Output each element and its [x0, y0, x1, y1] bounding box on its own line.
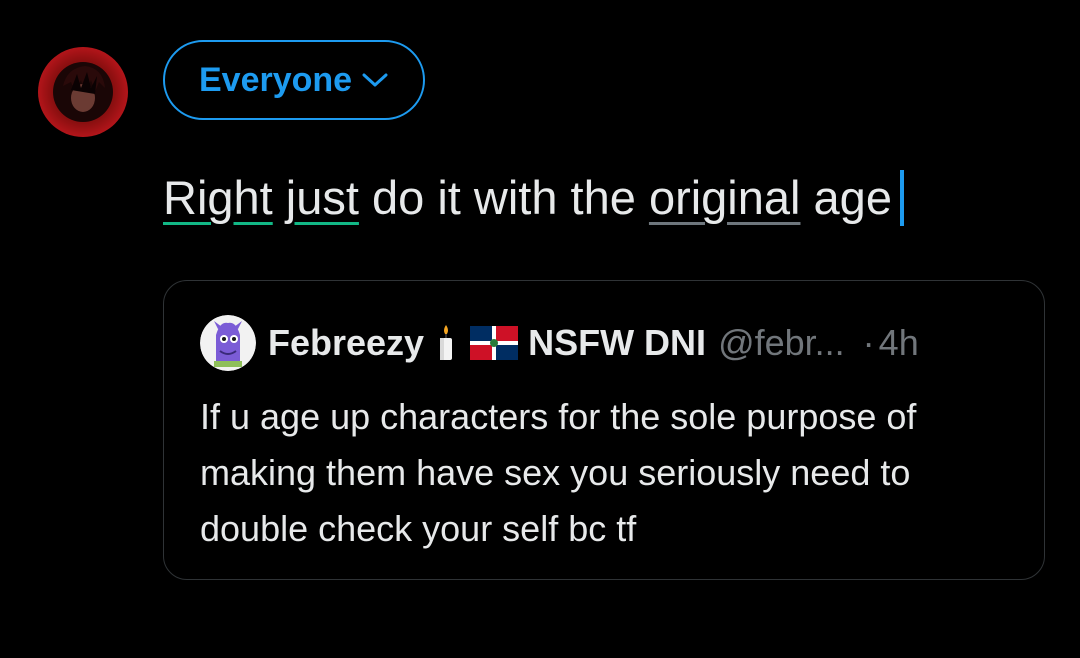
quoted-author-avatar[interactable]	[200, 315, 256, 371]
dominican-flag-icon	[470, 326, 519, 360]
quoted-post-timestamp[interactable]: 4h	[879, 322, 919, 364]
chevron-down-icon	[362, 73, 388, 87]
spellcheck-word-original[interactable]: original	[649, 171, 801, 224]
quoted-author-name-label: NSFW DNI	[528, 322, 707, 363]
spellcheck-word-right[interactable]: Right	[163, 171, 273, 224]
compose-text-input[interactable]: Right just do it with the original age	[163, 168, 1043, 232]
quoted-author-name[interactable]: Febreezy	[268, 322, 424, 364]
user-avatar[interactable]	[37, 46, 129, 138]
compose-text-tail: age	[813, 171, 892, 224]
candle-icon	[440, 325, 453, 360]
quoted-post-text: If u age up characters for the sole purp…	[200, 396, 917, 549]
compose-text-plain: do it with the	[372, 171, 636, 224]
quoted-author-handle[interactable]: @febr...	[718, 322, 845, 364]
spellcheck-word-just[interactable]: just	[286, 171, 359, 224]
quoted-post-header: Febreezy NSFW DNI @febr... · 4h	[200, 313, 919, 373]
compose-screen: Everyone Right just do it with the origi…	[0, 0, 1080, 658]
audience-label: Everyone	[199, 60, 353, 99]
text-cursor	[899, 170, 904, 226]
audience-selector-button[interactable]: Everyone	[163, 40, 425, 120]
separator-dot: ·	[862, 322, 875, 363]
quoted-post-card[interactable]: Febreezy NSFW DNI @febr... · 4h If u age	[163, 280, 1045, 580]
